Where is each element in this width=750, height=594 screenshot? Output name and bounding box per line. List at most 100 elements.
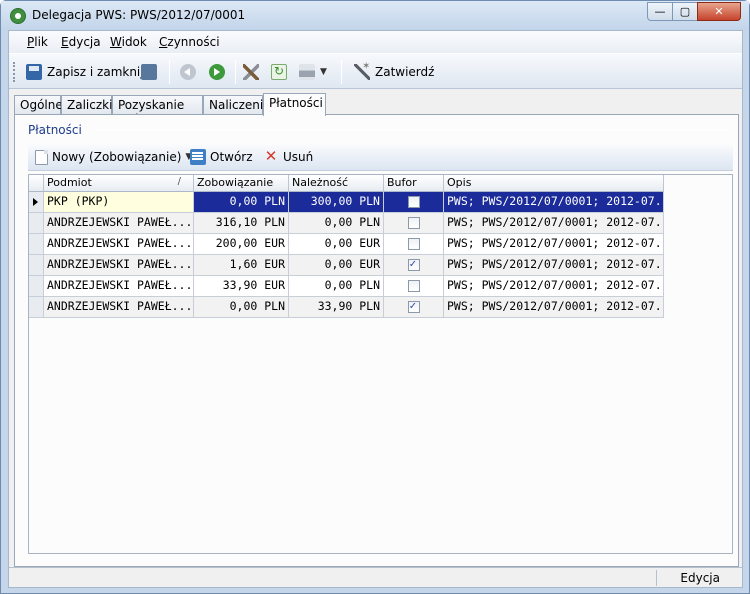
bufor-checkbox[interactable] [407, 238, 420, 250]
cell-opis[interactable]: PWS; PWS/2012/07/0001; 2012-07... [444, 255, 664, 276]
cell-opis[interactable]: PWS; PWS/2012/07/0001; 2012-07... [444, 192, 664, 213]
cell-naleznosc[interactable]: 0,00 PLN [289, 213, 384, 234]
open-label: Otwórz [210, 150, 253, 164]
cell-bufor[interactable] [384, 213, 444, 234]
cell-naleznosc[interactable]: 33,90 PLN [289, 297, 384, 318]
menu-widok[interactable]: Widok [110, 35, 147, 49]
column-header-zobowiazanie[interactable]: Zobowiązanie [194, 175, 289, 192]
cell-podmiot[interactable]: ANDRZEJEWSKI PAWEŁ... [44, 255, 194, 276]
table-row[interactable]: ANDRZEJEWSKI PAWEŁ...0,00 PLN33,90 PLN PW… [29, 297, 664, 318]
bufor-checkbox[interactable] [407, 280, 420, 292]
client-area: Plik Edycja Widok Czynności Zapisz i zam… [8, 30, 743, 588]
delete-label: Usuń [283, 150, 314, 164]
column-header-naleznosc[interactable]: Należność [289, 175, 384, 192]
table-row[interactable]: ANDRZEJEWSKI PAWEŁ... 316,10 PLN 0,00 PLN P… [29, 213, 664, 234]
grid-body: PKP (PKP) 0,00 PLN 300,00 PLN PWS; PWS/2012… [29, 192, 664, 318]
cell-bufor[interactable] [384, 192, 444, 213]
refresh-icon [271, 64, 287, 80]
cell-naleznosc[interactable]: 0,00 EUR [289, 255, 384, 276]
column-header-bufor[interactable]: Bufor [384, 175, 444, 192]
save-close-button[interactable]: Zapisz i zamknij [26, 61, 144, 83]
menu-czynnosci[interactable]: Czynności [159, 35, 220, 49]
cell-podmiot[interactable]: ANDRZEJEWSKI PAWEŁ... [44, 297, 194, 318]
cell-opis[interactable]: PWS; PWS/2012/07/0001; 2012-07... [444, 297, 664, 318]
cell-naleznosc[interactable]: 300,00 PLN [289, 192, 384, 213]
delete-button[interactable]: ✕ Usuń [263, 148, 314, 166]
cell-zobowiazanie[interactable]: 0,00 PLN [194, 192, 289, 213]
save-button[interactable] [141, 61, 157, 83]
cell-zobowiazanie[interactable]: 0,00 PLN [194, 297, 289, 318]
column-header-opis[interactable]: Opis [444, 175, 664, 192]
save-as-icon [141, 64, 157, 80]
cell-podmiot[interactable]: PKP (PKP) [44, 192, 194, 213]
cell-podmiot[interactable]: ANDRZEJEWSKI PAWEŁ... [44, 213, 194, 234]
cell-bufor[interactable] [384, 276, 444, 297]
back-icon [180, 64, 196, 80]
status-bar: Edycja [9, 567, 742, 587]
row-indicator[interactable] [29, 213, 44, 234]
table-row[interactable]: ANDRZEJEWSKI PAWEŁ... 200,00 EUR 0,00 EUR P… [29, 234, 664, 255]
tab-ogolne[interactable]: Ogólne [14, 95, 63, 115]
new-liability-button[interactable]: Nowy (Zobowiązanie) ▼ [35, 148, 192, 166]
title-bar[interactable]: Delegacja PWS: PWS/2012/07/0001 — ▢ ✕ [1, 1, 749, 30]
cell-podmiot[interactable]: ANDRZEJEWSKI PAWEŁ... [44, 276, 194, 297]
print-button[interactable]: ▼ [299, 61, 327, 83]
tab-pozyskanie-walut[interactable]: Pozyskanie walut [112, 95, 203, 126]
row-indicator[interactable] [29, 297, 44, 318]
menu-edycja[interactable]: Edycja [61, 35, 101, 49]
bufor-checkbox[interactable] [407, 196, 420, 208]
tab-zaliczki[interactable]: Zaliczki [61, 95, 112, 115]
cell-bufor[interactable] [384, 297, 444, 318]
close-button[interactable]: ✕ [697, 2, 741, 21]
status-separator [656, 570, 657, 586]
forward-button[interactable] [209, 61, 225, 83]
refresh-button[interactable] [271, 61, 287, 83]
wand-icon [354, 61, 370, 80]
row-indicator[interactable] [29, 276, 44, 297]
printer-icon [299, 64, 315, 80]
payments-toolbar: Nowy (Zobowiązanie) ▼ Otwórz ✕ Usuń [28, 143, 733, 171]
table-row[interactable]: ANDRZEJEWSKI PAWEŁ...1,60 EUR0,00 EUR PWS… [29, 255, 664, 276]
toolbar-separator [169, 60, 170, 84]
cell-zobowiazanie[interactable]: 316,10 PLN [194, 213, 289, 234]
cell-opis[interactable]: PWS; PWS/2012/07/0001; 2012-07... [444, 234, 664, 255]
table-row[interactable]: PKP (PKP) 0,00 PLN 300,00 PLN PWS; PWS/2012… [29, 192, 664, 213]
bufor-checkbox[interactable] [407, 299, 420, 313]
tab-platnosci[interactable]: Płatności [263, 93, 326, 116]
cell-opis[interactable]: PWS; PWS/2012/07/0001; 2012-07... [444, 276, 664, 297]
cell-podmiot[interactable]: ANDRZEJEWSKI PAWEŁ... [44, 234, 194, 255]
toolbar-grip[interactable] [13, 62, 16, 82]
cell-bufor[interactable] [384, 255, 444, 276]
back-button[interactable] [180, 61, 196, 83]
tools-button[interactable] [243, 61, 259, 83]
open-icon [190, 149, 206, 165]
tab-naliczenia[interactable]: Naliczenia [203, 95, 271, 115]
menu-plik[interactable]: Plik [27, 35, 48, 49]
floppy-icon [26, 64, 42, 80]
cell-zobowiazanie[interactable]: 1,60 EUR [194, 255, 289, 276]
row-indicator[interactable] [29, 192, 44, 213]
minimize-button[interactable]: — [647, 2, 673, 21]
cell-bufor[interactable] [384, 234, 444, 255]
cell-naleznosc[interactable]: 0,00 EUR [289, 234, 384, 255]
bufor-checkbox[interactable] [407, 217, 420, 229]
open-button[interactable]: Otwórz [190, 148, 253, 166]
payments-panel: Płatności Nowy (Zobowiązanie) ▼ Otwórz ✕… [14, 114, 739, 567]
column-header-podmiot[interactable]: Podmiot / [44, 175, 194, 192]
cell-opis[interactable]: PWS; PWS/2012/07/0001; 2012-07... [444, 213, 664, 234]
table-row[interactable]: ANDRZEJEWSKI PAWEŁ... 33,90 EUR 0,00 PLN PW… [29, 276, 664, 297]
cell-zobowiazanie[interactable]: 33,90 EUR [194, 276, 289, 297]
cell-zobowiazanie[interactable]: 200,00 EUR [194, 234, 289, 255]
grid-header: Podmiot / Zobowiązanie Należność Bufor O… [29, 175, 664, 192]
approve-button[interactable]: Zatwierdź [354, 61, 434, 83]
row-indicator[interactable] [29, 255, 44, 276]
row-indicator[interactable] [29, 234, 44, 255]
cell-naleznosc[interactable]: 0,00 PLN [289, 276, 384, 297]
maximize-button[interactable]: ▢ [672, 2, 698, 21]
bufor-checkbox[interactable] [407, 257, 420, 271]
new-liability-label: Nowy (Zobowiązanie) [52, 150, 182, 164]
chevron-down-icon: ▼ [320, 67, 327, 77]
group-divider [95, 130, 732, 131]
tab-strip: Ogólne Zaliczki Pozyskanie walut Nalicze… [14, 93, 739, 126]
row-indicator-header [29, 175, 44, 192]
